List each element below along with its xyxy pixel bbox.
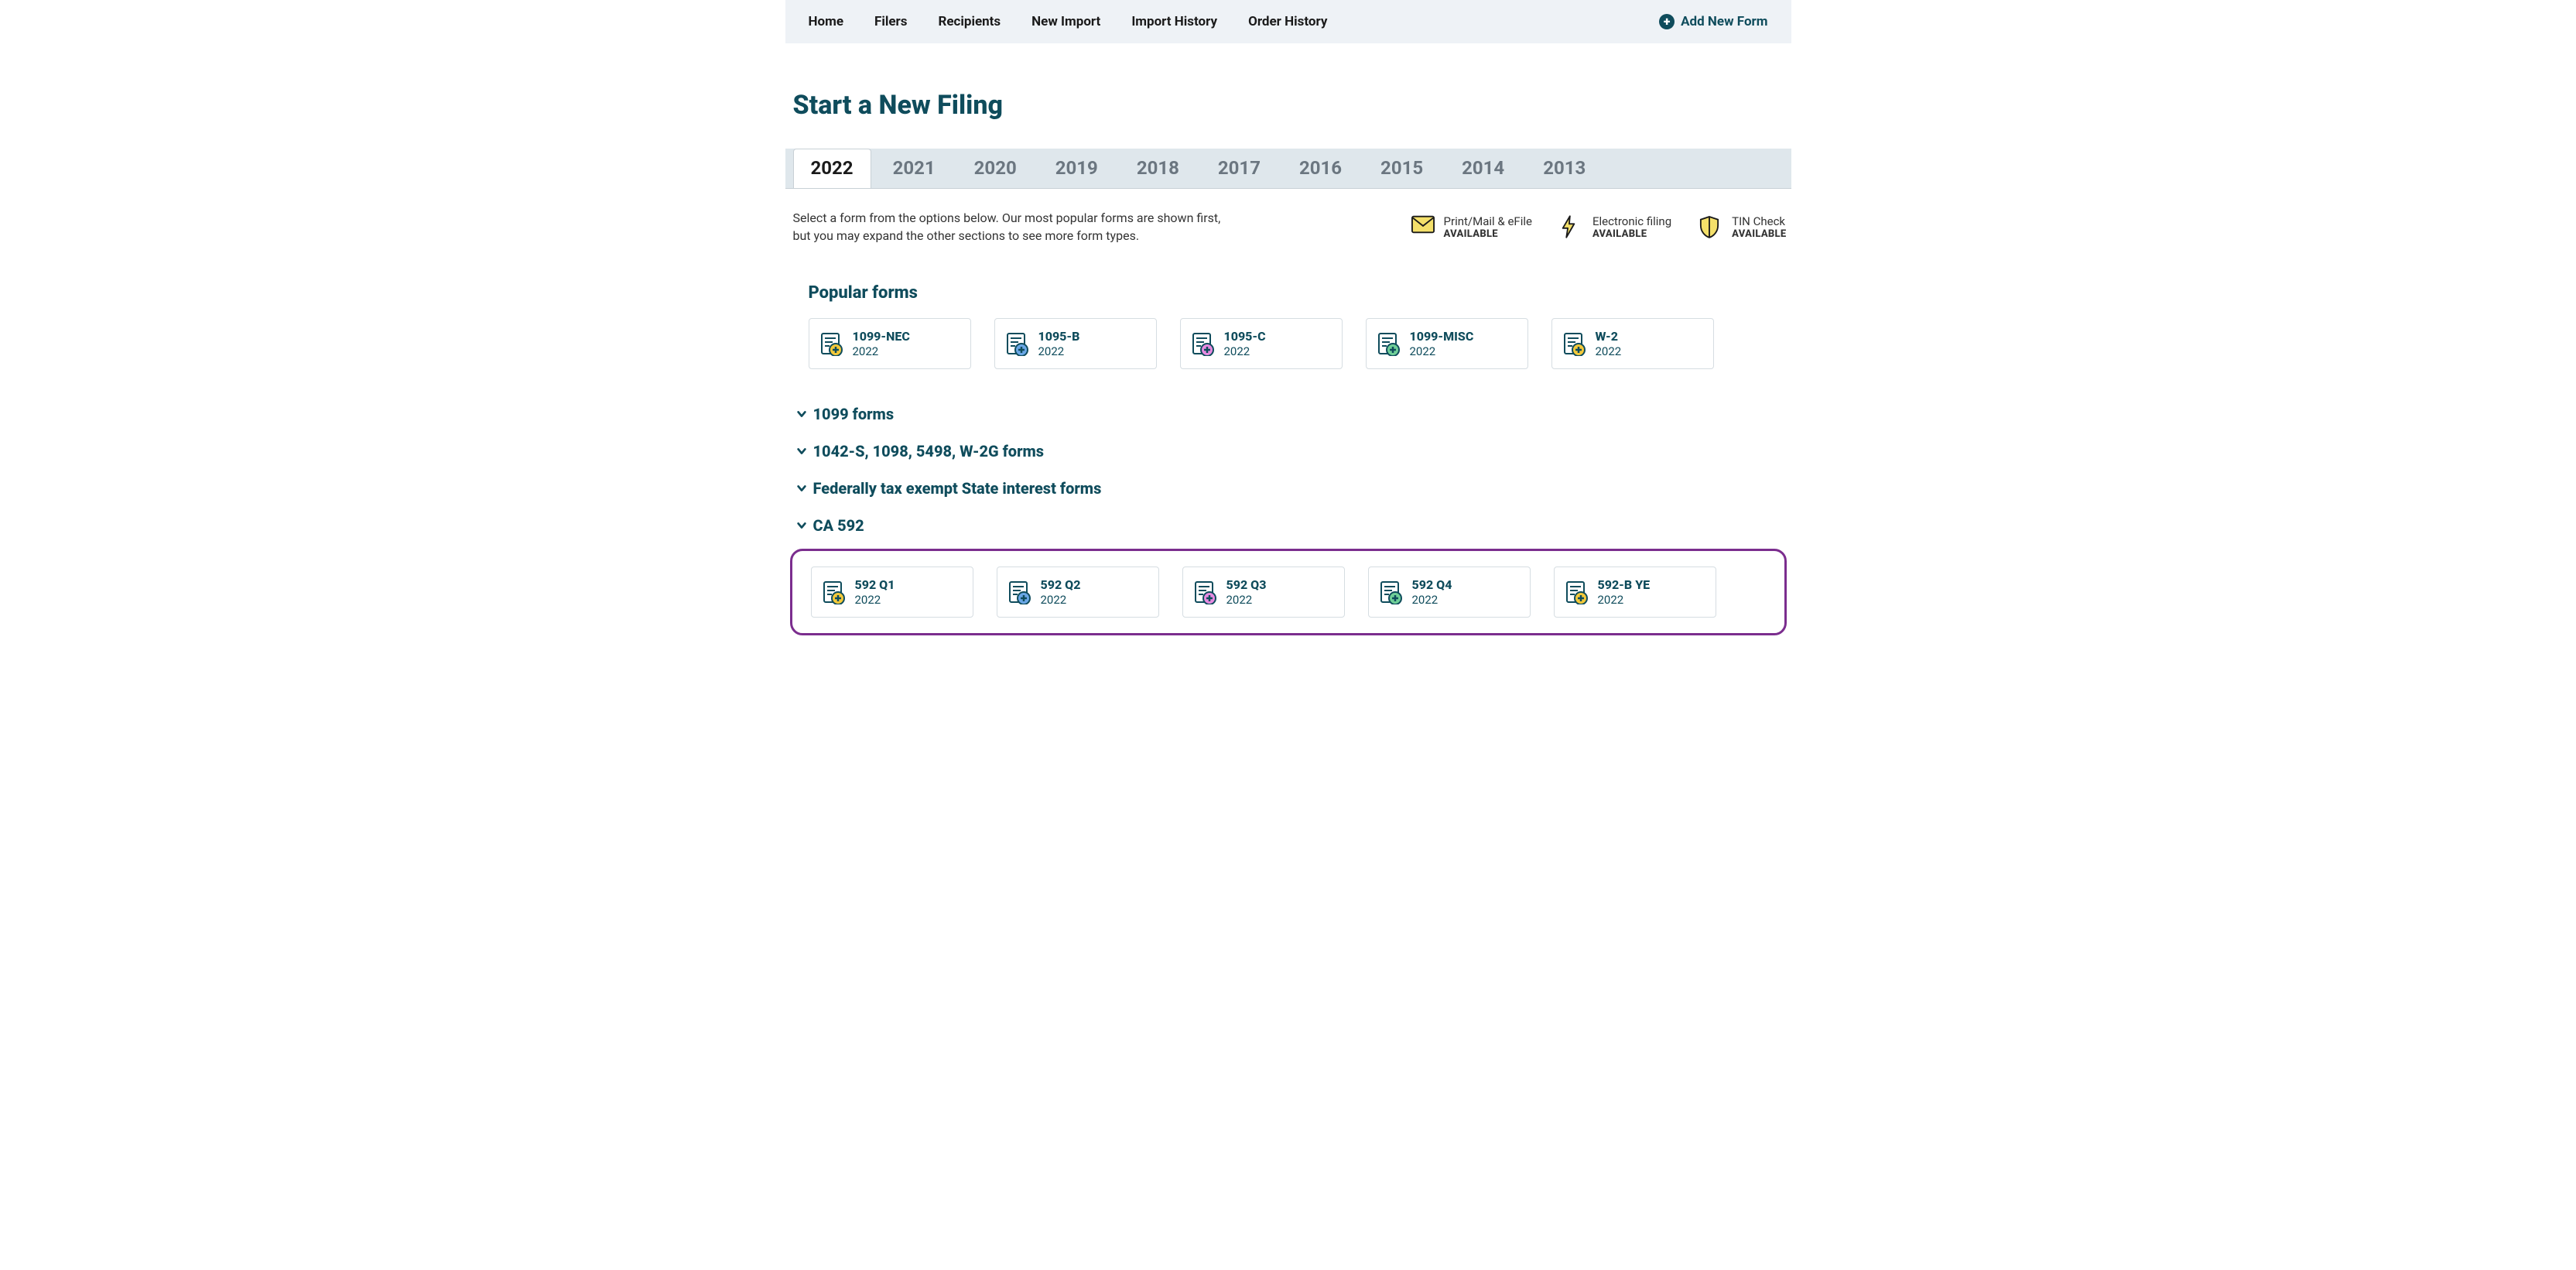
year-tab-2016[interactable]: 2016 bbox=[1282, 149, 1359, 188]
form-add-icon bbox=[1004, 331, 1029, 356]
form-card-w-2[interactable]: W-22022 bbox=[1551, 318, 1714, 369]
form-add-icon bbox=[1007, 580, 1031, 604]
form-card-592-q3[interactable]: 592 Q32022 bbox=[1182, 567, 1345, 618]
category-1042-s-1098-5498-w-2g-forms[interactable]: 1042-S, 1098, 5498, W-2G forms bbox=[796, 442, 1791, 460]
form-card-592-q1[interactable]: 592 Q12022 bbox=[811, 567, 973, 618]
category-federally-tax-exempt-state-interest-forms[interactable]: Federally tax exempt State interest form… bbox=[796, 479, 1791, 498]
nav-recipients[interactable]: Recipients bbox=[938, 14, 1001, 29]
ca592-forms-list: 592 Q12022 592 Q22022 592 Q32022 592 Q42022… bbox=[811, 567, 1766, 618]
category-ca-592[interactable]: CA 592 bbox=[796, 516, 1791, 535]
form-add-icon bbox=[1564, 580, 1589, 604]
nav-home[interactable]: Home bbox=[809, 14, 844, 29]
popular-forms-heading: Popular forms bbox=[809, 283, 1791, 303]
shield-icon bbox=[1699, 215, 1722, 238]
form-add-icon bbox=[1562, 331, 1586, 356]
year-tab-2019[interactable]: 2019 bbox=[1038, 149, 1115, 188]
form-add-icon bbox=[1378, 580, 1403, 604]
form-select-instructions: Select a form from the options below. Ou… bbox=[793, 209, 1221, 245]
chevron-down-icon bbox=[796, 442, 807, 460]
form-card-592-q4[interactable]: 592 Q42022 bbox=[1368, 567, 1531, 618]
year-tab-2018[interactable]: 2018 bbox=[1120, 149, 1196, 188]
form-add-icon bbox=[1376, 331, 1401, 356]
category-1099-forms[interactable]: 1099 forms bbox=[796, 405, 1791, 423]
form-card-592-b-ye[interactable]: 592-B YE2022 bbox=[1554, 567, 1716, 618]
ca592-highlight-box: 592 Q12022 592 Q22022 592 Q32022 592 Q42022… bbox=[790, 549, 1787, 635]
chevron-down-icon bbox=[796, 479, 807, 498]
form-add-icon bbox=[821, 580, 846, 604]
year-tab-2013[interactable]: 2013 bbox=[1526, 149, 1603, 188]
form-add-icon bbox=[1192, 580, 1217, 604]
form-card-1095-c[interactable]: 1095-C2022 bbox=[1180, 318, 1343, 369]
nav-bar: Home Filers Recipients New Import Import… bbox=[785, 0, 1791, 43]
nav-import-history[interactable]: Import History bbox=[1131, 14, 1217, 29]
chevron-down-icon bbox=[796, 516, 807, 535]
year-tab-2020[interactable]: 2020 bbox=[957, 149, 1034, 188]
nav-new-import[interactable]: New Import bbox=[1031, 14, 1100, 29]
form-card-1099-nec[interactable]: 1099-NEC2022 bbox=[809, 318, 971, 369]
legend: Print/Mail & eFileAVAILABLE Electronic fi… bbox=[1411, 214, 1791, 240]
add-new-form-button[interactable]: + Add New Form bbox=[1659, 14, 1767, 29]
year-tab-2022[interactable]: 2022 bbox=[793, 149, 871, 188]
chevron-down-icon bbox=[796, 405, 807, 423]
add-new-form-label: Add New Form bbox=[1681, 14, 1767, 29]
lightning-icon bbox=[1560, 215, 1583, 238]
legend-envelope: Print/Mail & eFileAVAILABLE bbox=[1411, 214, 1532, 240]
form-add-icon bbox=[1190, 331, 1215, 356]
nav-items: Home Filers Recipients New Import Import… bbox=[809, 14, 1328, 29]
year-tabs: 2022202120202019201820172016201520142013 bbox=[785, 149, 1791, 189]
form-card-1095-b[interactable]: 1095-B2022 bbox=[994, 318, 1157, 369]
page-title: Start a New Filing bbox=[793, 90, 1791, 121]
legend-shield: TIN CheckAVAILABLE bbox=[1699, 214, 1786, 240]
nav-order-history[interactable]: Order History bbox=[1248, 14, 1327, 29]
form-card-592-q2[interactable]: 592 Q22022 bbox=[997, 567, 1159, 618]
plus-icon: + bbox=[1659, 14, 1675, 29]
form-card-1099-misc[interactable]: 1099-MISC2022 bbox=[1366, 318, 1528, 369]
year-tab-2014[interactable]: 2014 bbox=[1445, 149, 1521, 188]
form-add-icon bbox=[819, 331, 843, 356]
nav-filers[interactable]: Filers bbox=[874, 14, 907, 29]
year-tab-2017[interactable]: 2017 bbox=[1201, 149, 1278, 188]
envelope-icon bbox=[1411, 215, 1435, 238]
legend-lightning: Electronic filingAVAILABLE bbox=[1560, 214, 1671, 240]
year-tab-2021[interactable]: 2021 bbox=[876, 149, 953, 188]
year-tab-2015[interactable]: 2015 bbox=[1363, 149, 1440, 188]
popular-forms-list: 1099-NEC2022 1095-B2022 1095-C2022 1099-MIS… bbox=[785, 318, 1791, 369]
